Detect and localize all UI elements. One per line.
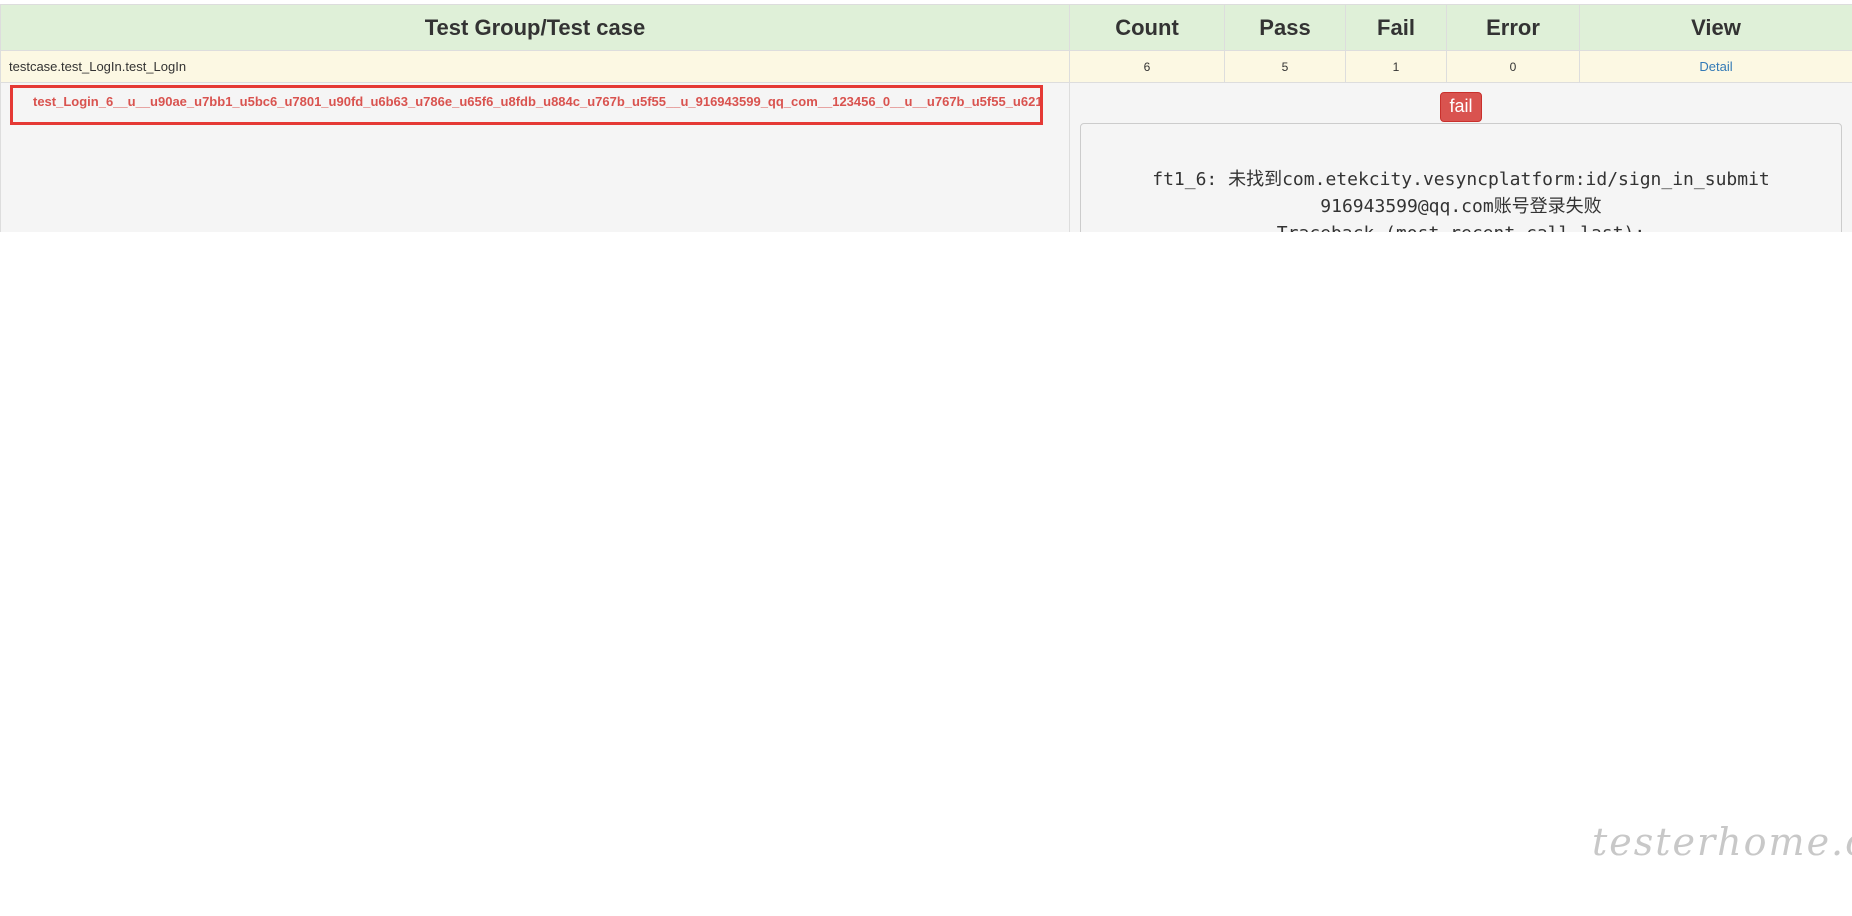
traceback-line: 916943599@qq.com账号登录失败 (1320, 196, 1602, 217)
header-view: View (1579, 4, 1852, 51)
traceback-line: ft1_6: 未找到com.etekcity.vesyncplatform:id… (1152, 169, 1770, 190)
header-fail: Fail (1345, 4, 1447, 51)
group-name: testcase.test_LogIn.test_LogIn (0, 50, 1070, 83)
fail-status-button[interactable]: fail (1440, 92, 1482, 122)
case-name: test_Login_6__u__u90ae_u7bb1_u5bc6_u7801… (10, 85, 1043, 125)
case-name-cell: test_Login_6__u__u90ae_u7bb1_u5bc6_u7801… (0, 82, 1070, 232)
page: Test Group/Test case Count Pass Fail Err… (0, 0, 1852, 916)
detail-link[interactable]: Detail (1699, 59, 1732, 74)
table-header-row: Test Group/Test case Count Pass Fail Err… (0, 4, 1852, 51)
status-wrap: fail (1071, 84, 1851, 122)
traceback-output: ft1_6: 未找到com.etekcity.vesyncplatform:id… (1080, 123, 1842, 232)
group-pass: 5 (1224, 50, 1346, 83)
header-pass: Pass (1224, 4, 1346, 51)
result-table: Test Group/Test case Count Pass Fail Err… (0, 4, 1852, 232)
traceback-line: Traceback (most recent call last): (1081, 220, 1841, 232)
group-error: 0 (1446, 50, 1580, 83)
header-error: Error (1446, 4, 1580, 51)
test-group-row: testcase.test_LogIn.test_LogIn 6 5 1 0 D… (0, 50, 1852, 83)
test-case-row: test_Login_6__u__u90ae_u7bb1_u5bc6_u7801… (0, 82, 1852, 232)
watermark-logo: testerhome.com (1592, 820, 1852, 864)
group-fail: 1 (1345, 50, 1447, 83)
case-result-cell: fail ft1_6: 未找到com.etekcity.vesyncplatfo… (1069, 82, 1852, 232)
test-report: Test Group/Test case Count Pass Fail Err… (0, 4, 1852, 232)
group-view-cell: Detail (1579, 50, 1852, 83)
header-test-group: Test Group/Test case (0, 4, 1070, 51)
group-count: 6 (1069, 50, 1225, 83)
header-count: Count (1069, 4, 1225, 51)
